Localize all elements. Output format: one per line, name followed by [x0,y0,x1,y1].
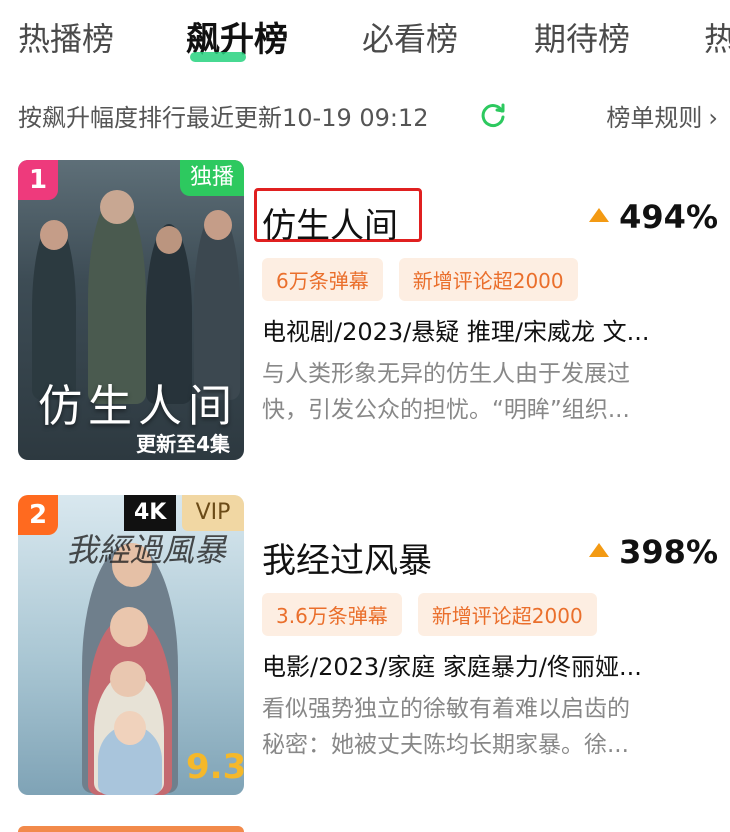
item-description: 与人类形象无异的仿生人由于发展过 快，引发公众的担忧。“明眸”组织... [262,356,702,428]
tag-row: 6万条弹幕 新增评论超2000 [262,258,594,301]
poster-image[interactable]: 我經過風暴 2 4K VIP 9.3 [18,495,244,795]
danmaku-count-tag: 6万条弹幕 [262,258,383,301]
comment-count-tag: 新增评论超2000 [417,593,597,636]
active-tab-indicator [190,52,246,62]
poster-score: 9.3 [186,747,244,787]
vip-badge: VIP [182,495,244,531]
episode-update: 更新至4集 [136,432,230,456]
rules-label: 榜单规则 [606,104,703,132]
rising-percent: 398% [589,533,718,571]
poster-title-art: 我經過風暴 [66,531,227,569]
description-line: 秘密：她被丈夫陈均长期家暴。徐... [262,732,629,758]
percent-value: 494% [619,198,718,236]
description-line: 与人类形象无异的仿生人由于发展过 [262,361,630,387]
ranking-tabs: 热播榜 飙升榜 必看榜 期待榜 热 [0,0,730,78]
tab-more[interactable]: 热 [704,14,730,60]
item-meta: 电视剧/2023/悬疑 推理/宋威龙 文... [262,318,650,346]
poster-title-art: 仿生人间 [38,381,238,432]
item-meta: 电影/2023/家庭 家庭暴力/佟丽娅... [262,653,642,681]
item-title[interactable]: 仿生人间 [262,198,398,247]
poster-image[interactable]: 1 独播 仿生人间 更新至4集 [18,160,244,460]
tab-anticipated[interactable]: 期待榜 [534,14,630,60]
list-item[interactable]: 我經過風暴 2 4K VIP 9.3 我经过风暴 398% 3.6万条弹幕 新增评… [18,495,718,800]
exclusive-badge: 独播 [179,160,244,196]
tab-hot[interactable]: 热播榜 [18,14,114,60]
refresh-icon[interactable] [478,100,508,130]
chevron-right-icon: › [708,104,718,132]
next-item-peek [18,826,244,832]
up-arrow-icon [589,208,610,222]
4k-badge: 4K [124,495,177,531]
percent-value: 398% [619,533,718,571]
update-info: 按飙升幅度排行最近更新10-19 09:12 [18,104,429,132]
rank-badge: 1 [18,160,58,200]
danmaku-count-tag: 3.6万条弹幕 [262,593,402,636]
rank-badge: 2 [18,495,58,535]
list-item[interactable]: 1 独播 仿生人间 更新至4集 仿生人间 494% 6万条弹幕 新增评论超2000… [18,160,718,465]
tab-must-watch[interactable]: 必看榜 [362,14,458,60]
ranking-subheader: 按飙升幅度排行最近更新10-19 09:12 榜单规则 › [18,98,718,134]
rising-percent: 494% [589,198,718,236]
description-line: 快，引发公众的担忧。“明眸”组织... [262,397,630,423]
item-title[interactable]: 我经过风暴 [262,533,432,582]
up-arrow-icon [589,543,610,557]
comment-count-tag: 新增评论超2000 [398,258,578,301]
item-description: 看似强势独立的徐敏有着难以启齿的 秘密：她被丈夫陈均长期家暴。徐... [262,691,702,763]
description-line: 看似强势独立的徐敏有着难以启齿的 [262,696,630,722]
tag-row: 3.6万条弹幕 新增评论超2000 [262,593,613,636]
rules-link[interactable]: 榜单规则 › [606,98,718,133]
